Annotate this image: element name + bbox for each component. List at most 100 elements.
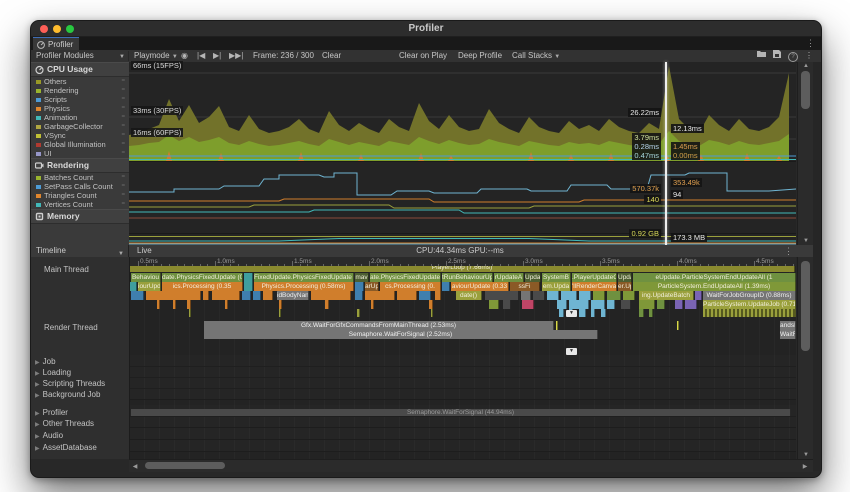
call-stacks-dropdown[interactable]: Call Stacks ▼: [509, 50, 563, 62]
disclosure-triangle-icon[interactable]: ▶: [35, 371, 40, 377]
charts-scroll-thumb[interactable]: [801, 71, 810, 109]
timeline-sample-bar[interactable]: aviourUpdate (0.33: [451, 282, 509, 291]
timeline-sample-bar-small[interactable]: [435, 291, 441, 300]
timeline-sample-bar-small[interactable]: [203, 291, 209, 300]
timeline-sample-bar[interactable]: er.Upd: [618, 282, 632, 291]
timeline-sample-bar-small[interactable]: [607, 291, 621, 300]
frame-selection-line[interactable]: [665, 62, 667, 245]
timeline-sample-bar-small[interactable]: [639, 309, 644, 317]
timeline-track-area[interactable]: PlayerLoop (7.66ms)Behavioudate.PhysicsF…: [129, 266, 796, 459]
timeline-sample-bar-small[interactable]: [365, 291, 395, 300]
rendering-chart[interactable]: [129, 162, 796, 234]
timeline-sample-bar-small[interactable]: [325, 300, 329, 309]
timeline-sample-bar-small[interactable]: [649, 309, 653, 317]
thread-label-assetdatabase[interactable]: ▶AssetDatabase: [31, 443, 129, 452]
profiler-modules-dropdown[interactable]: Profiler Modules: [33, 50, 97, 62]
timeline-sample-bar-small[interactable]: [131, 291, 144, 300]
tab-kebab-menu-icon[interactable]: ⋮: [806, 37, 815, 50]
thread-group-row[interactable]: [129, 428, 796, 440]
thread-label-scripting-threads[interactable]: ▶Scripting Threads: [31, 379, 129, 388]
timeline-sample-bar-small[interactable]: [503, 300, 511, 309]
legend-drag-handle[interactable]: =: [121, 131, 125, 140]
save-profile-icon[interactable]: [773, 50, 781, 62]
timeline-sample-bar-small[interactable]: [579, 309, 586, 317]
timeline-sample-bar-small[interactable]: [521, 291, 531, 300]
timeline-sample-bar-small[interactable]: [242, 291, 251, 300]
timeline-sample-bar-small[interactable]: [607, 300, 615, 309]
timeline-sample-bar-small[interactable]: [657, 300, 665, 309]
timeline-sample-bar[interactable]: ParticleSystem.EndUpdateAll (1.39ms): [633, 282, 796, 291]
legend-item-vertices-count[interactable]: Vertices Count=: [31, 200, 129, 209]
next-frame-button[interactable]: ▶|: [213, 50, 221, 62]
timeline-sample-bar[interactable]: idBodyNan: [277, 291, 309, 300]
timeline-sample-bar-small[interactable]: [397, 291, 417, 300]
timeline-sample-bar-small[interactable]: [244, 273, 253, 282]
thread-label-job[interactable]: ▶Job: [31, 357, 129, 366]
legend-drag-handle[interactable]: =: [121, 113, 125, 122]
disclosure-triangle-icon[interactable]: ▶: [35, 411, 40, 417]
legend-item-others[interactable]: Others=: [31, 77, 129, 86]
timeline-sample-bar[interactable]: ParticleSystem.UpdateJob (0.71ms): [703, 300, 796, 309]
timeline-scroll-thumb[interactable]: [801, 261, 810, 351]
timeline-sample-bar-small[interactable]: [601, 309, 606, 317]
help-icon[interactable]: ?: [788, 50, 798, 62]
timeline-sample-bar-small[interactable]: [279, 309, 281, 317]
legend-item-scripts[interactable]: Scripts=: [31, 95, 129, 104]
timeline-sample-bar-small[interactable]: [279, 300, 282, 309]
timeline-sample-bar-small[interactable]: [263, 291, 273, 300]
timeline-kebab-menu-icon[interactable]: ⋮: [784, 245, 793, 257]
horizontal-scroll-thumb[interactable]: [145, 462, 225, 469]
timeline-sample-bar-small[interactable]: [157, 300, 160, 309]
deep-profile-toggle[interactable]: Deep Profile: [455, 50, 505, 62]
legend-item-batches-count[interactable]: Batches Count=: [31, 173, 129, 182]
timeline-sample-bar-small[interactable]: [559, 309, 564, 317]
timeline-sample-bar[interactable]: ate.PhysicsFixedUpdate: [370, 273, 441, 282]
timeline-horizontal-scrollbar[interactable]: ◀ ▶: [129, 459, 813, 472]
timeline-sample-bar[interactable]: ssFi: [510, 282, 540, 291]
timeline-sample-bar[interactable]: FixedUpdate.PhysicsFixedUpdate (0.75ms): [254, 273, 354, 282]
timeline-sample-bar[interactable]: WaitForSi: [780, 330, 796, 339]
timeline-sample-bar[interactable]: PlayerLoop (7.66ms): [130, 266, 795, 272]
timeline-sample-bar-small[interactable]: [225, 300, 228, 309]
scroll-down-icon[interactable]: ▼: [798, 452, 814, 458]
timeline-mode-dropdown[interactable]: Timeline▼: [31, 245, 129, 257]
timeline-sample-bar[interactable]: eUpdate.ParticleSystemEndUpdateAll (1: [633, 273, 796, 282]
timeline-sample-bar[interactable]: Updat: [525, 273, 541, 282]
timeline-sample-bar-small[interactable]: [489, 300, 499, 309]
clear-button[interactable]: Clear: [319, 50, 344, 62]
timeline-sample-bar[interactable]: cs.Processing (0.: [380, 282, 441, 291]
legend-item-setpass-calls-count[interactable]: SetPass Calls Count=: [31, 182, 129, 191]
legend-item-ui[interactable]: UI=: [31, 149, 129, 158]
tab-profiler[interactable]: Profiler: [33, 37, 79, 51]
timeline-sample-bar-small[interactable]: [187, 300, 191, 309]
disclosure-triangle-icon[interactable]: ▶: [35, 422, 40, 428]
timeline-sample-bar-small[interactable]: [639, 300, 655, 309]
timeline-sample-bar-small[interactable]: [593, 291, 605, 300]
timeline-sample-bar-small[interactable]: [695, 291, 702, 300]
load-profile-icon[interactable]: [757, 50, 766, 62]
thread-label-other-threads[interactable]: ▶Other Threads: [31, 419, 129, 428]
timeline-sample-bar-small[interactable]: [212, 291, 240, 300]
timeline-vertical-scrollbar[interactable]: ▼: [797, 257, 814, 459]
timeline-sample-bar-small[interactable]: [253, 291, 261, 300]
disclosure-triangle-icon[interactable]: ▶: [35, 446, 40, 452]
timeline-sample-bar-small[interactable]: [533, 291, 545, 300]
thread-label-loading[interactable]: ▶Loading: [31, 368, 129, 377]
legend-drag-handle[interactable]: =: [121, 191, 125, 200]
timeline-sample-bar-small[interactable]: [685, 300, 697, 309]
clear-on-play-toggle[interactable]: Clear on Play: [396, 50, 450, 62]
timeline-sample-bar-small[interactable]: [569, 300, 589, 309]
timeline-sample-bar[interactable]: Updat: [618, 273, 632, 282]
timeline-sample-bar-small[interactable]: [591, 309, 595, 317]
timeline-sample-bar[interactable]: tRunBehaviourUpd: [442, 273, 493, 282]
timeline-sample-bar[interactable]: WaitForJobGroupID (0.88ms): [703, 291, 796, 300]
timeline-sample-bar-small[interactable]: [442, 282, 450, 291]
timeline-sample-bar[interactable]: andsFrom: [780, 321, 796, 330]
module-header-cpu-usage[interactable]: CPU Usage: [31, 62, 129, 77]
legend-drag-handle[interactable]: =: [121, 86, 125, 95]
legend-drag-handle[interactable]: =: [121, 182, 125, 191]
legend-drag-handle[interactable]: =: [121, 122, 125, 131]
timeline-sample-bar[interactable]: 'llRenderCanvas: [572, 282, 617, 291]
timeline-sample-bar[interactable]: Physics.Processing (0.58ms): [254, 282, 354, 291]
legend-item-global-illumination[interactable]: Global Illumination=: [31, 140, 129, 149]
